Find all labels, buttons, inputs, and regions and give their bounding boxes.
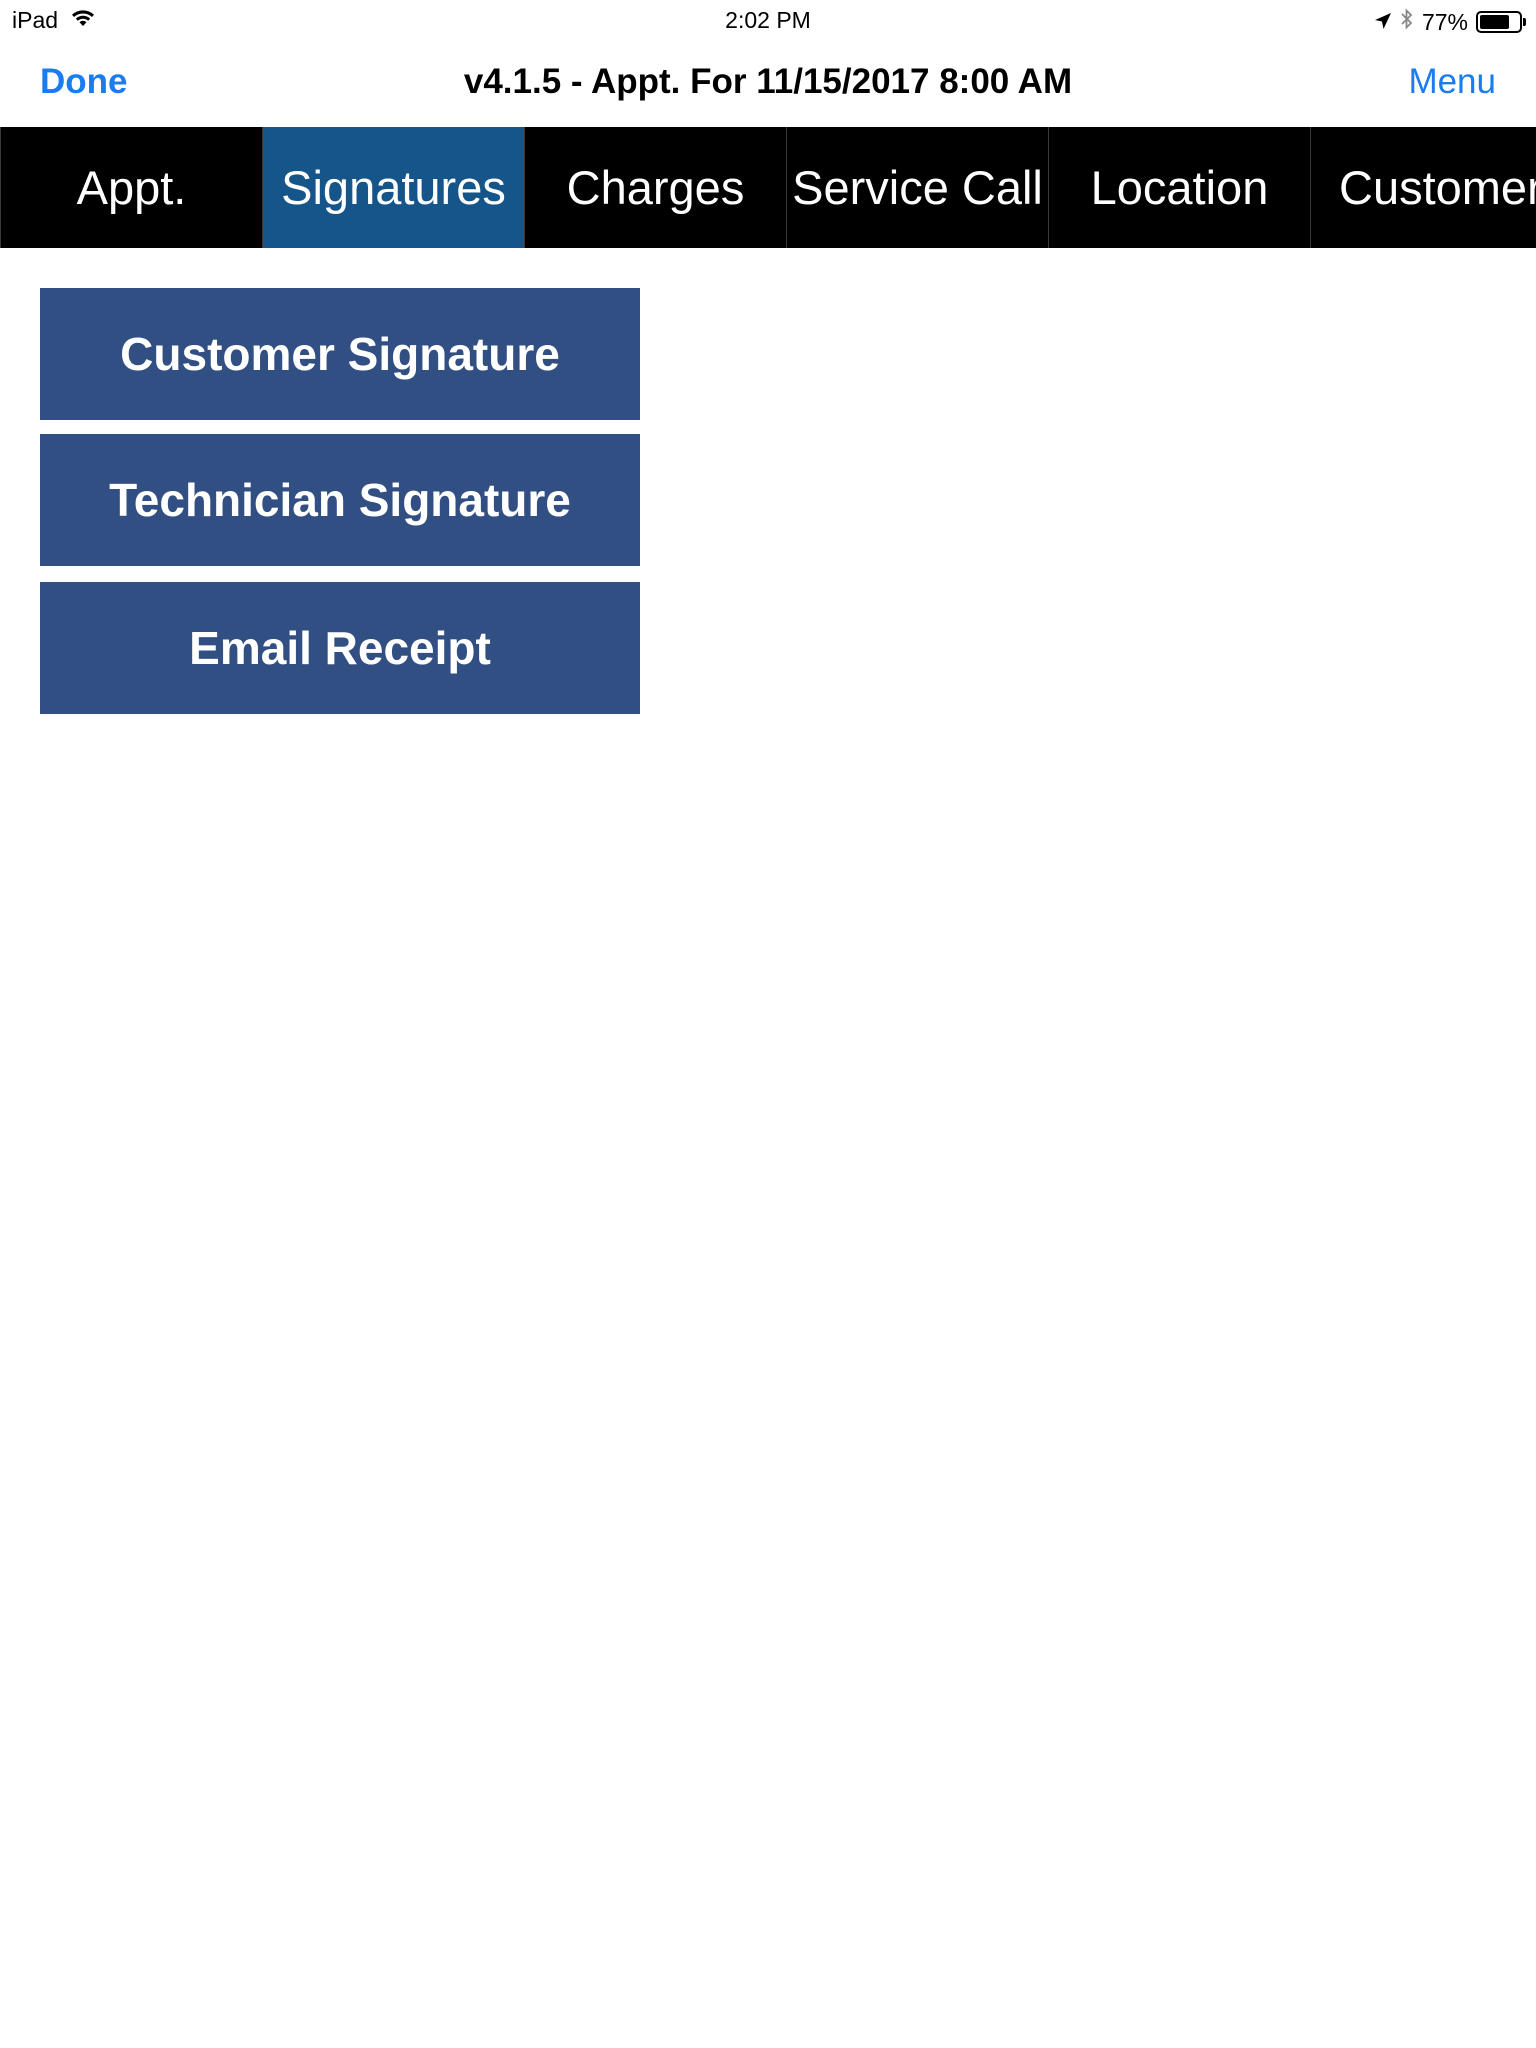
tab-label: Service Call: [792, 161, 1043, 214]
battery-percent: 77%: [1421, 8, 1468, 35]
menu-button[interactable]: Menu: [1408, 62, 1496, 102]
tab-charges[interactable]: Charges: [524, 127, 786, 248]
tab-label: Customer: [1339, 161, 1536, 214]
technician-signature-button[interactable]: Technician Signature: [40, 434, 640, 566]
status-right: 77%: [1374, 7, 1526, 37]
tab-appt[interactable]: Appt.: [0, 127, 262, 248]
battery-fill: [1480, 15, 1510, 29]
tab-customer[interactable]: Customer: [1310, 127, 1536, 248]
email-receipt-button[interactable]: Email Receipt: [40, 582, 640, 714]
tab-strip: Appt. Signatures Charges Service Call Lo…: [0, 127, 1536, 248]
status-bar: iPad 2:02 PM 77%: [0, 0, 1536, 40]
page-title: v4.1.5 - Appt. For 11/15/2017 8:00 AM: [463, 62, 1073, 101]
tab-label: Appt.: [76, 161, 187, 214]
tab-label: Location: [1090, 161, 1269, 214]
tab-label: Charges: [566, 161, 745, 214]
status-time: 2:02 PM: [725, 7, 811, 33]
battery-icon: [1476, 11, 1526, 33]
tab-signatures[interactable]: Signatures: [262, 127, 524, 248]
location-arrow-icon: [1374, 9, 1392, 36]
navigation-bar: Done v4.1.5 - Appt. For 11/15/2017 8:00 …: [0, 40, 1536, 128]
tab-location[interactable]: Location: [1048, 127, 1310, 248]
battery-tip: [1523, 18, 1526, 26]
tab-label: Signatures: [281, 161, 506, 214]
bluetooth-icon: [1400, 7, 1414, 37]
battery-body: [1476, 11, 1522, 33]
customer-signature-button[interactable]: Customer Signature: [40, 288, 640, 420]
tab-service-call[interactable]: Service Call: [786, 127, 1048, 248]
